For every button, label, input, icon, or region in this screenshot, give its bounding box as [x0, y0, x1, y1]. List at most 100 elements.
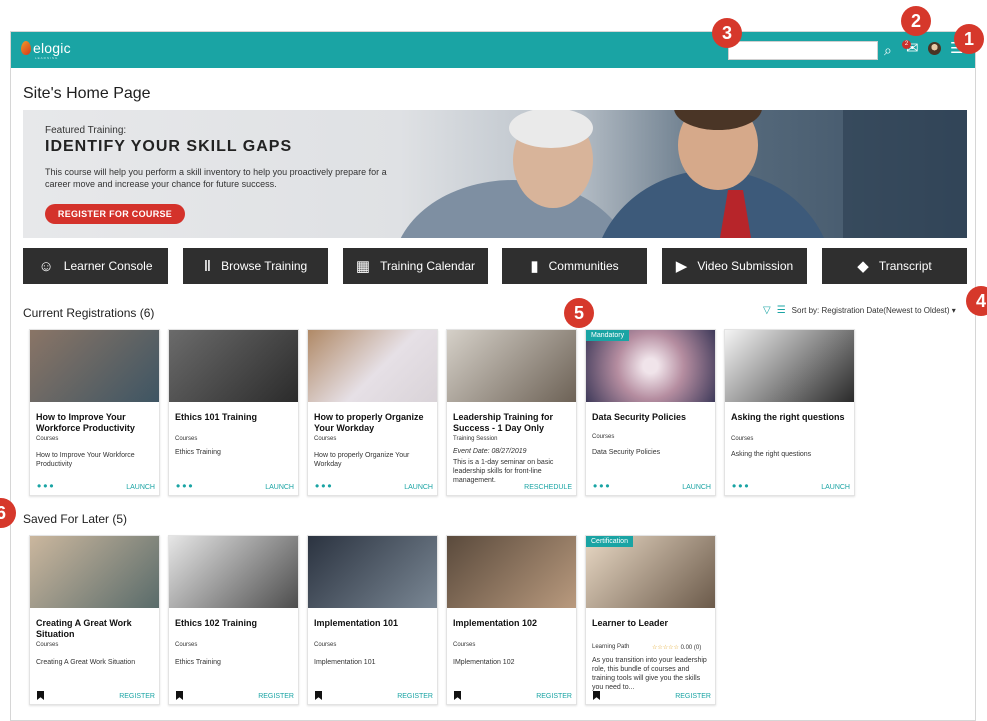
current-registrations-heading: Current Registrations (6) [23, 306, 155, 320]
course-card[interactable]: Mandatory Data Security Policies Courses… [585, 329, 716, 496]
calendar-icon: ▦ [355, 258, 371, 275]
certification-badge: Certification [586, 536, 633, 547]
launch-button[interactable]: LAUNCH [821, 484, 850, 491]
course-type: Training Session [453, 436, 498, 442]
launch-button[interactable]: LAUNCH [682, 484, 711, 491]
course-type: Courses [314, 436, 337, 442]
sort-control[interactable]: ▽ ☰ Sort by: Registration Date(Newest to… [763, 305, 956, 316]
course-title[interactable]: Asking the right questions [731, 412, 853, 423]
logo-subtext: LEARNING [35, 56, 59, 60]
course-description: This is a 1-day seminar on basic leaders… [453, 459, 554, 484]
course-title[interactable]: Implementation 102 [453, 618, 575, 629]
register-for-course-button[interactable]: REGISTER FOR COURSE [45, 204, 185, 224]
register-button[interactable]: REGISTER [675, 693, 711, 700]
course-title[interactable]: Creating A Great Work Situation [36, 618, 158, 640]
chevron-down-icon: ▾ [951, 306, 956, 315]
course-thumbnail [308, 536, 437, 608]
course-thumbnail [30, 330, 159, 402]
course-type: Courses [731, 436, 754, 442]
course-type: Courses [36, 642, 59, 648]
course-card[interactable]: Ethics 102 Training Courses Ethics Train… [168, 535, 299, 705]
more-options-icon[interactable]: ••• [732, 480, 751, 492]
course-description: Asking the right questions [731, 451, 812, 458]
course-description: IMplementation 102 [453, 659, 515, 666]
course-card[interactable]: How to properly Organize Your Workday Co… [307, 329, 438, 496]
course-thumbnail [308, 330, 437, 402]
more-options-icon[interactable]: ••• [593, 480, 612, 492]
bookmark-icon[interactable] [315, 691, 322, 700]
page-title: Site's Home Page [23, 85, 151, 102]
course-description: How to properly Organize Your Workday [314, 452, 410, 468]
more-options-icon[interactable]: ••• [315, 480, 334, 492]
reschedule-button[interactable]: RESCHEDULE [524, 484, 572, 491]
filter-icon[interactable]: ▽ [763, 305, 771, 316]
sort-value: Registration Date(Newest to Oldest) [821, 306, 950, 315]
nav-tile-browse-training[interactable]: Ⅱ Browse Training [183, 248, 328, 284]
register-button[interactable]: REGISTER [536, 693, 572, 700]
hero-description: This course will help you perform a skil… [45, 167, 387, 189]
course-title[interactable]: Ethics 102 Training [175, 618, 297, 629]
course-card[interactable]: Ethics 101 Training Courses Ethics Train… [168, 329, 299, 496]
hero-kicker: Featured Training: [45, 125, 127, 136]
more-options-icon[interactable]: ••• [176, 480, 195, 492]
course-description: Creating A Great Work Situation [36, 659, 136, 666]
nav-tile-learner-console[interactable]: ☺ Learner Console [23, 248, 168, 284]
course-card[interactable]: Implementation 101 Courses Implementatio… [307, 535, 438, 705]
register-button[interactable]: REGISTER [119, 693, 155, 700]
bookmark-icon[interactable] [176, 691, 183, 700]
register-button[interactable]: REGISTER [258, 693, 294, 700]
graduation-cap-icon: ◆ [857, 258, 869, 275]
nav-tile-training-calendar[interactable]: ▦ Training Calendar [343, 248, 488, 284]
course-title[interactable]: Leadership Training for Success - 1 Day … [453, 412, 575, 434]
course-type: Courses [453, 642, 476, 648]
nav-tile-transcript[interactable]: ◆ Transcript [822, 248, 967, 284]
avatar-icon[interactable] [928, 42, 941, 55]
annotation-marker-5: 5 [564, 298, 594, 328]
search-input[interactable] [728, 41, 878, 60]
course-title[interactable]: How to Improve Your Workforce Productivi… [36, 412, 158, 434]
sort-label: Sort by: [791, 306, 820, 315]
more-options-icon[interactable]: ••• [37, 480, 56, 492]
bookmark-icon[interactable] [454, 691, 461, 700]
course-description: How to Improve Your Workforce Productivi… [36, 452, 135, 468]
launch-button[interactable]: LAUNCH [126, 484, 155, 491]
course-title[interactable]: How to properly Organize Your Workday [314, 412, 436, 434]
app-window: elogic LEARNING ⌕ ✉ 2 ☰ Site's Home Page… [10, 31, 976, 721]
course-card[interactable]: Certification Learner to Leader Learning… [585, 535, 716, 705]
bookmark-icon[interactable] [593, 691, 600, 700]
course-type: Learning Path [592, 644, 630, 650]
course-title[interactable]: Ethics 101 Training [175, 412, 297, 423]
saved-for-later-heading: Saved For Later (5) [23, 512, 128, 526]
course-type: Courses [175, 436, 198, 442]
bookmark-icon[interactable] [37, 691, 44, 700]
logo[interactable]: elogic LEARNING [21, 40, 71, 60]
list-view-icon[interactable]: ☰ [777, 305, 786, 316]
nav-tile-communities[interactable]: ▮ Communities [502, 248, 647, 284]
nav-tile-label: Transcript [878, 259, 932, 273]
course-description: Data Security Policies [592, 449, 661, 456]
course-thumbnail [30, 536, 159, 608]
course-card[interactable]: Creating A Great Work Situation Courses … [29, 535, 160, 705]
star-rating-icon: ☆☆☆☆☆ [652, 645, 679, 651]
course-card[interactable]: How to Improve Your Workforce Productivi… [29, 329, 160, 496]
nav-tile-label: Browse Training [221, 259, 308, 273]
logo-drop-icon [21, 41, 31, 55]
course-card[interactable]: Implementation 102 Courses IMplementatio… [446, 535, 577, 705]
register-button[interactable]: REGISTER [397, 693, 433, 700]
search-icon[interactable]: ⌕ [884, 43, 892, 57]
launch-button[interactable]: LAUNCH [265, 484, 294, 491]
course-title[interactable]: Learner to Leader [592, 618, 714, 629]
course-type: Courses [175, 642, 198, 648]
course-card[interactable]: Asking the right questions Courses Askin… [724, 329, 855, 496]
launch-button[interactable]: LAUNCH [404, 484, 433, 491]
course-type: Courses [592, 434, 615, 440]
annotation-marker-3: 3 [712, 18, 742, 48]
course-card[interactable]: Leadership Training for Success - 1 Day … [446, 329, 577, 496]
course-title[interactable]: Data Security Policies [592, 412, 714, 423]
nav-tile-video-submission[interactable]: ▶ Video Submission [662, 248, 807, 284]
course-title[interactable]: Implementation 101 [314, 618, 436, 629]
nav-tile-label: Video Submission [697, 259, 794, 273]
annotation-marker-1: 1 [954, 24, 984, 54]
chat-icon: ▮ [530, 258, 539, 275]
course-thumbnail [447, 536, 576, 608]
